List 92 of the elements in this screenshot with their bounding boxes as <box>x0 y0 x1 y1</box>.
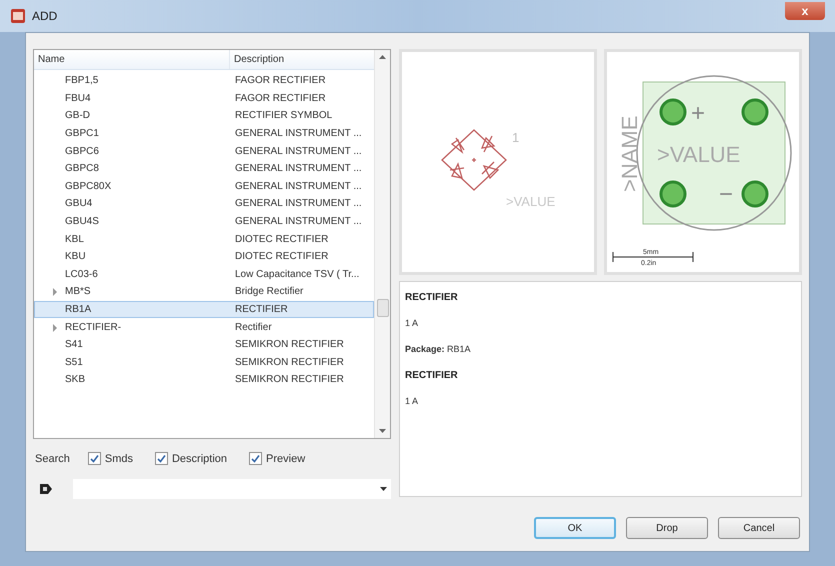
table-cell-text: GBPC80X <box>65 180 112 194</box>
table-cell-text: DIOTEC RECTIFIER <box>234 232 330 247</box>
description-heading: RECTIFIER <box>405 291 459 305</box>
table-row[interactable]: GB-D RECTIFIER SYMBOL <box>34 107 374 125</box>
table-row[interactable]: GBU4 GENERAL INSTRUMENT ... <box>34 195 374 213</box>
description-text: 1 A <box>405 395 420 408</box>
table-cell-text: KBU <box>65 250 86 264</box>
scroll-down-icon[interactable] <box>379 428 386 432</box>
table-cell-text: KBL <box>65 232 84 247</box>
table-row[interactable]: GBPC8 GENERAL INSTRUMENT ... <box>34 160 374 178</box>
table-cell-text: RECTIFIER <box>234 303 289 318</box>
table-cell-text: GENERAL INSTRUMENT ... <box>234 162 363 176</box>
minus-label: − <box>719 181 734 208</box>
table-cell-text: GB-D <box>65 109 90 124</box>
table-cell-text: GENERAL INSTRUMENT ... <box>234 127 363 142</box>
description-text: 1 A <box>405 317 420 330</box>
checkbox[interactable] <box>88 452 101 466</box>
table-row[interactable]: GBU4S GENERAL INSTRUMENT ... <box>34 212 374 230</box>
table-cell-text: RECTIFIER SYMBOL <box>234 109 334 124</box>
pin-label: 1 <box>512 130 520 145</box>
window-title: ADD <box>32 8 58 25</box>
description-text: Package: RB1A <box>405 342 472 356</box>
search-field[interactable] <box>73 479 391 499</box>
table-row[interactable]: MB*S Bridge Rectifier <box>34 283 374 301</box>
expand-icon[interactable] <box>53 288 57 296</box>
name-label: >NAME <box>617 116 642 192</box>
table-row[interactable]: S51 SEMIKRON RECTIFIER <box>34 354 374 372</box>
table-cell-text: Low Capacitance TSV ( Tr... <box>234 268 360 282</box>
table-row[interactable]: KBU DIOTEC RECTIFIER <box>34 248 374 266</box>
scroll-up-icon[interactable] <box>379 55 386 59</box>
table-cell-text: GBPC6 <box>65 144 99 159</box>
plus-label: + <box>691 100 706 127</box>
column-header[interactable]: Description <box>230 50 374 69</box>
table-cell-text: SEMIKRON RECTIFIER <box>234 338 345 352</box>
checkbox-label: Description <box>172 452 228 466</box>
bridge-rectifier-drawing <box>441 129 507 191</box>
table-cell-text: FBU4 <box>65 92 91 106</box>
table-cell-text: DIOTEC RECTIFIER <box>234 250 330 264</box>
table-cell-text: FAGOR RECTIFIER <box>234 92 327 106</box>
dialog-button[interactable]: Cancel <box>718 517 800 539</box>
table-row[interactable]: KBL DIOTEC RECTIFIER <box>34 230 374 248</box>
table-row[interactable]: LC03-6 Low Capacitance TSV ( Tr... <box>34 266 374 284</box>
table-cell-text: Bridge Rectifier <box>234 285 304 300</box>
table-row[interactable]: GBPC80X GENERAL INSTRUMENT ... <box>34 178 374 196</box>
table-row[interactable]: SKB SEMIKRON RECTIFIER <box>34 371 374 389</box>
table-row[interactable]: GBPC6 GENERAL INSTRUMENT ... <box>34 142 374 160</box>
table-cell-text: FBP1,5 <box>65 74 98 88</box>
table-cell-text: FAGOR RECTIFIER <box>234 74 327 88</box>
tag-icon <box>39 483 53 495</box>
dialog-button[interactable]: Drop <box>626 517 708 539</box>
table-cell-text: S41 <box>65 338 83 352</box>
close-button[interactable]: x <box>785 2 825 20</box>
search-label: Search <box>35 452 70 466</box>
table-cell-text: RB1A <box>65 303 92 318</box>
scroll-thumb[interactable] <box>376 299 388 317</box>
check-icon <box>156 454 166 464</box>
table-cell-text: GBPC1 <box>65 127 99 142</box>
table-cell-text: GBU4S <box>65 215 99 230</box>
table-cell-text: RECTIFIER- <box>65 320 122 335</box>
checkbox[interactable] <box>154 452 168 466</box>
table-row[interactable]: S41 SEMIKRON RECTIFIER <box>34 336 374 354</box>
table-row[interactable]: FBP1,5 FAGOR RECTIFIER <box>34 72 374 90</box>
table-cell-text: GENERAL INSTRUMENT ... <box>234 180 363 194</box>
value-label: >VALUE <box>657 142 740 167</box>
table-cell-text: GBPC8 <box>65 162 99 176</box>
checkbox-label: Preview <box>266 452 306 466</box>
table-cell-text: GENERAL INSTRUMENT ... <box>234 215 363 230</box>
table-cell-text: GBU4 <box>65 197 92 212</box>
column-header[interactable]: Name <box>34 50 230 69</box>
table-row[interactable]: FBU4 FAGOR RECTIFIER <box>34 90 374 108</box>
checkbox[interactable] <box>249 452 262 466</box>
table-cell-text: LC03-6 <box>65 268 98 282</box>
table-cell-text: MB*S <box>65 285 91 300</box>
scrollbar[interactable] <box>374 50 390 438</box>
description-heading: RECTIFIER <box>405 369 459 383</box>
table-cell-text: Rectifier <box>234 320 273 335</box>
table-row[interactable]: RECTIFIER- Rectifier <box>34 318 374 336</box>
dropdown-icon[interactable] <box>380 487 387 491</box>
table-cell-text: SEMIKRON RECTIFIER <box>234 373 345 388</box>
dialog-button[interactable]: OK <box>534 517 616 539</box>
check-icon <box>251 454 260 464</box>
table-cell-text: GENERAL INSTRUMENT ... <box>234 197 363 212</box>
checkbox-label: Smds <box>104 452 133 466</box>
table-row[interactable]: RB1A RECTIFIER <box>34 300 374 318</box>
table-cell-text: S51 <box>65 356 83 370</box>
table-cell-text: GENERAL INSTRUMENT ... <box>234 144 363 159</box>
table-cell-text: SKB <box>65 373 86 388</box>
table-row[interactable]: GBPC1 GENERAL INSTRUMENT ... <box>34 124 374 142</box>
table-cell-text: SEMIKRON RECTIFIER <box>234 356 345 370</box>
app-icon <box>10 8 26 24</box>
expand-icon[interactable] <box>53 324 57 332</box>
check-icon <box>90 454 99 464</box>
